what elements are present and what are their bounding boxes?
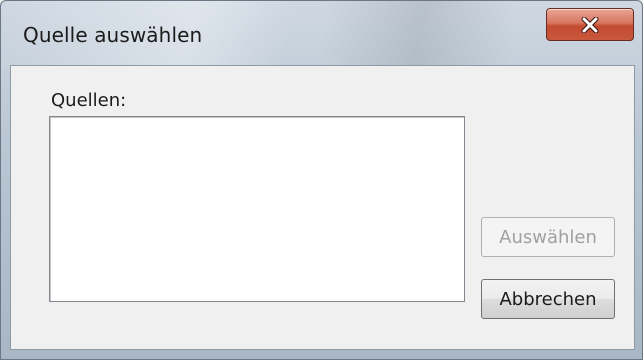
- window-title: Quelle auswählen: [23, 23, 203, 47]
- cancel-button[interactable]: Abbrechen: [481, 279, 615, 319]
- select-button[interactable]: Auswählen: [481, 217, 615, 257]
- sources-listbox[interactable]: [49, 116, 465, 302]
- close-button[interactable]: [546, 8, 634, 41]
- dialog-client-area: Quellen: Auswählen Abbrechen: [10, 65, 635, 350]
- dialog-window: Quelle auswählen Quellen: Auswählen Abbr…: [0, 0, 643, 360]
- sources-label: Quellen:: [51, 90, 127, 111]
- close-icon: [581, 16, 599, 33]
